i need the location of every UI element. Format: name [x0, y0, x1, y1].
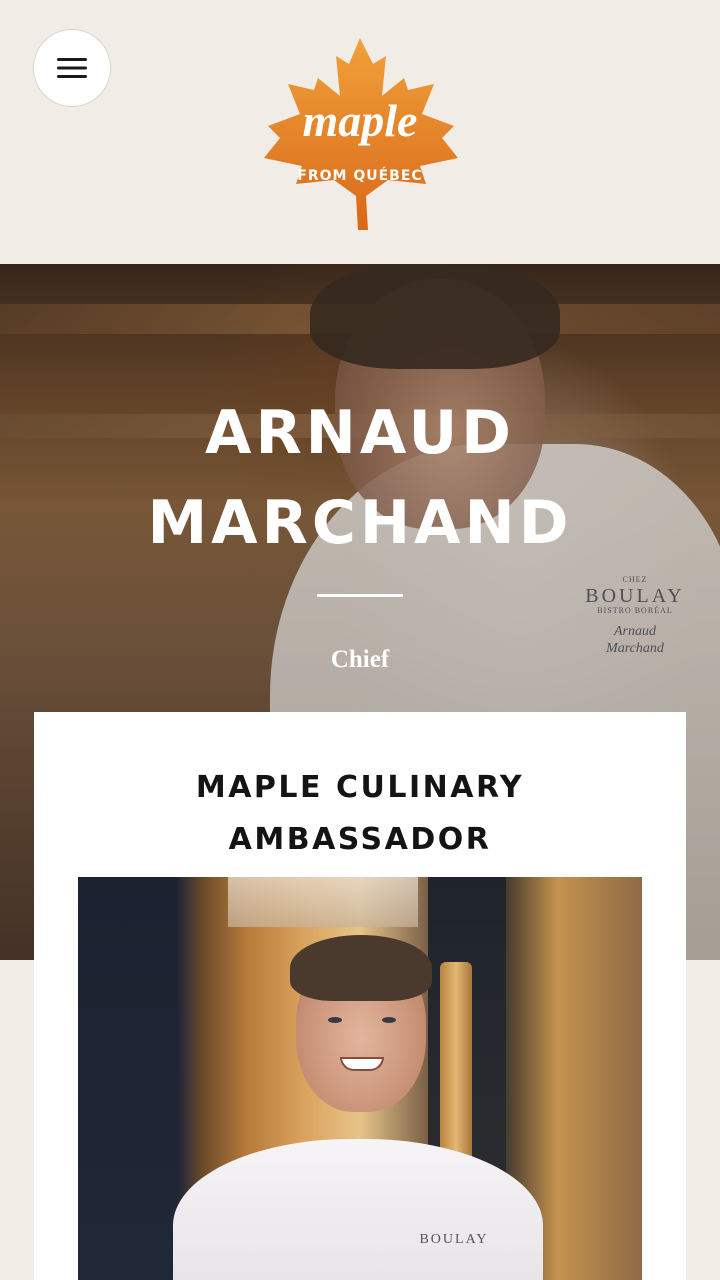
logo-subtitle: FROM QUÉBEC [297, 167, 422, 184]
logo-wordmark: maple [303, 95, 418, 146]
ambassador-card: MAPLE CULINARY AMBASSADOR BOULAY [34, 712, 686, 1280]
chef-first-name: ARNAUD [205, 398, 515, 468]
portrait-chef-hair [290, 935, 432, 1001]
portrait-embroidery: BOULAY [419, 1232, 489, 1247]
menu-button[interactable] [33, 29, 111, 107]
site-header: maple FROM QUÉBEC [0, 0, 720, 264]
hamburger-menu-icon [57, 58, 87, 78]
hero-divider [317, 594, 403, 597]
chef-role: Chief [330, 646, 390, 673]
chef-last-name: MARCHAND [147, 488, 573, 558]
portrait-bg-window [228, 877, 418, 927]
portrait-bg-door-frame [78, 877, 178, 1280]
maple-from-quebec-logo[interactable]: maple FROM QUÉBEC [258, 34, 463, 239]
chef-portrait-photo: BOULAY [78, 877, 642, 1280]
card-title-line1: MAPLE CULINARY [195, 770, 525, 805]
chef-name: ARNAUD MARCHAND [0, 388, 720, 568]
maple-leaf-icon: maple FROM QUÉBEC [264, 38, 458, 230]
portrait-right-eye [382, 1017, 396, 1023]
card-title: MAPLE CULINARY AMBASSADOR [34, 762, 686, 866]
card-title-line2: AMBASSADOR [228, 822, 492, 857]
portrait-left-eye [328, 1017, 342, 1023]
